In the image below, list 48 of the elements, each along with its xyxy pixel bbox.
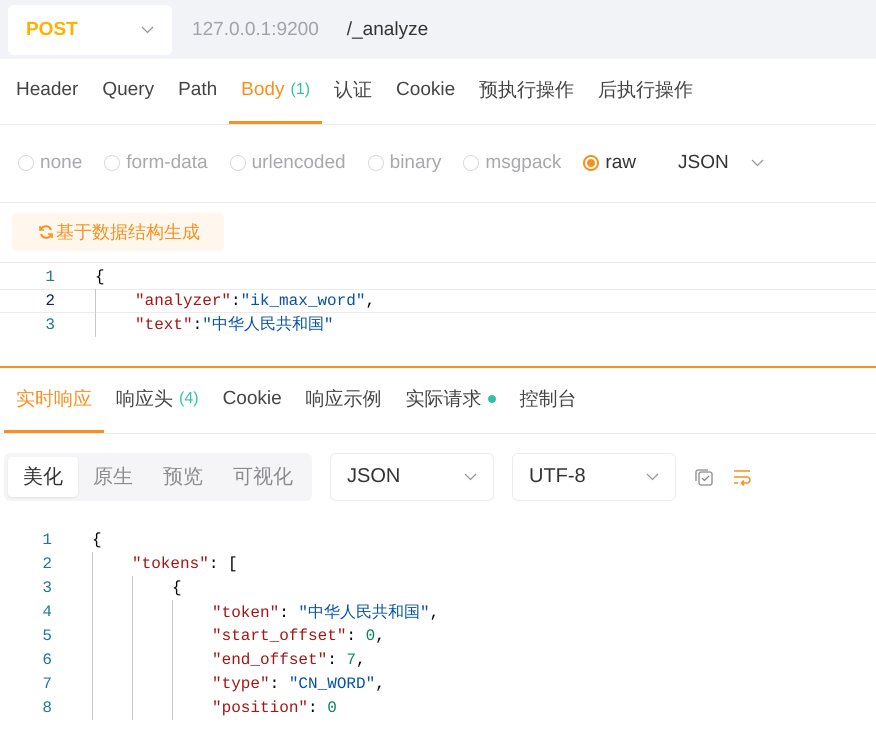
code-line: "analyzer":"ik_max_word",: [135, 292, 376, 310]
host-text: 127.0.0.1:9200: [192, 18, 319, 41]
chevron-down-icon: [141, 26, 154, 34]
line-number: 5: [41, 627, 53, 646]
code-line: {: [172, 579, 182, 598]
code-line: "type": "CN_WORD",: [212, 675, 385, 694]
response-tab[interactable]: 实际请求: [394, 368, 508, 433]
body-type-radio[interactable]: raw: [583, 152, 636, 174]
code-line: "token": "中华人民共和国",: [212, 602, 440, 623]
response-tab[interactable]: 响应头 (4): [104, 368, 211, 433]
line-number: 8: [41, 699, 53, 718]
request-tab[interactable]: Header: [4, 59, 90, 124]
request-tab[interactable]: 认证: [322, 59, 384, 124]
format-select[interactable]: JSON: [330, 452, 494, 501]
refresh-icon: [38, 224, 54, 240]
request-tab[interactable]: 预执行操作: [467, 59, 586, 124]
format-select[interactable]: JSON: [678, 152, 764, 174]
response-tab[interactable]: 响应示例: [294, 368, 394, 433]
code-line: "tokens": [: [132, 555, 238, 574]
request-tab[interactable]: Query: [90, 59, 166, 124]
code-line: "start_offset": 0,: [212, 627, 385, 646]
line-number: 2: [41, 555, 53, 574]
request-tab[interactable]: 后执行操作: [586, 59, 706, 124]
chevron-down-icon: [646, 472, 659, 481]
copy-icon[interactable]: [694, 466, 714, 487]
code-line: "text":"中华人民共和国": [135, 314, 334, 336]
line-number: 7: [41, 675, 53, 694]
line-number: 6: [41, 651, 53, 670]
response-tab[interactable]: Cookie: [210, 368, 294, 433]
encoding-select[interactable]: UTF-8: [512, 452, 676, 501]
line-number: 3: [44, 316, 56, 334]
line-number: 2: [44, 292, 56, 310]
code-line: {: [95, 268, 105, 286]
request-tab[interactable]: Cookie: [384, 59, 468, 124]
chevron-down-icon: [750, 159, 764, 168]
line-number: 4: [41, 603, 53, 622]
code-line: "position": 0: [212, 699, 337, 718]
code-line: "end_offset": 7,: [212, 651, 366, 670]
line-number: 3: [41, 579, 53, 598]
view-mode-tab[interactable]: 美化: [8, 456, 78, 497]
line-number: 1: [44, 268, 56, 286]
request-tab[interactable]: Path: [166, 59, 230, 124]
chevron-down-icon: [464, 472, 477, 481]
word-wrap-icon[interactable]: [732, 468, 752, 486]
path-input[interactable]: /_analyze: [346, 18, 428, 41]
line-number: 1: [41, 531, 53, 550]
response-tab[interactable]: 控制台: [508, 368, 589, 433]
code-line: {: [92, 531, 102, 550]
